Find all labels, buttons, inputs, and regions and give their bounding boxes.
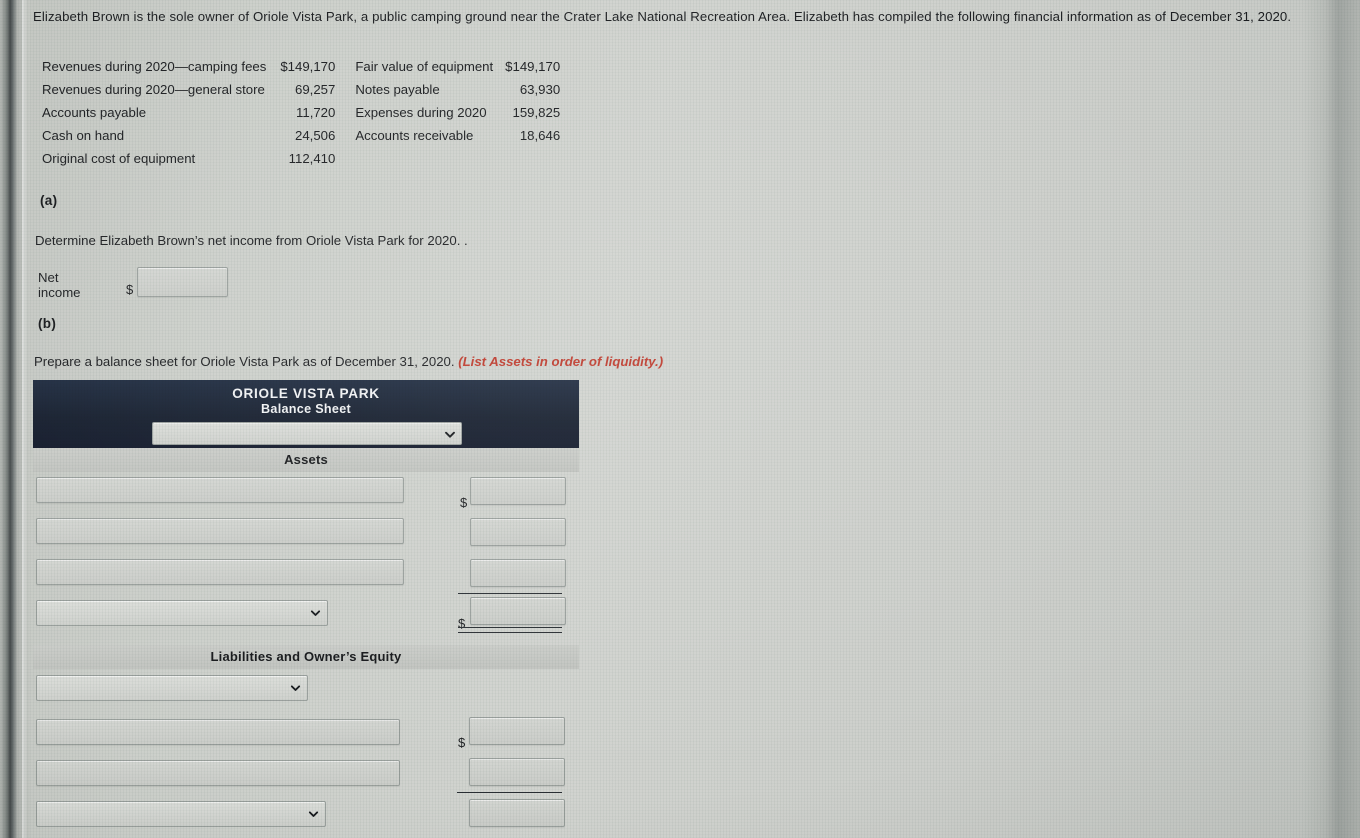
asset-amount-input-1[interactable]: [470, 477, 566, 505]
fact-amount: $149,170: [280, 59, 336, 74]
fact-label: Accounts receivable: [355, 128, 474, 143]
asset-label-input-2[interactable]: [36, 518, 404, 544]
asset-amount-input-2[interactable]: [470, 518, 566, 546]
subtotal-rule: [458, 593, 562, 594]
fact-label: Revenues during 2020—general store: [42, 82, 265, 97]
liabilities-band: Liabilities and Owner’s Equity: [33, 645, 579, 669]
liabilities-row-2: $: [33, 717, 579, 760]
table-row: Cash on hand 24,506 Accounts receivable …: [42, 126, 560, 149]
part-b-hint: (List Assets in order of liquidity.): [458, 354, 664, 369]
part-a-question: Determine Elizabeth Brown’s net income f…: [35, 233, 468, 248]
spacer: [355, 149, 505, 172]
spacer: [335, 149, 355, 172]
spacer: [335, 126, 355, 149]
assets-total-amount-input[interactable]: [470, 597, 566, 625]
spacer: [505, 149, 560, 172]
equity-select[interactable]: [36, 801, 326, 827]
part-a-label: (a): [40, 193, 58, 208]
spacer: [335, 80, 355, 103]
financial-facts-table: Revenues during 2020—camping fees $149,1…: [42, 57, 560, 172]
assets-total-select[interactable]: [36, 600, 328, 626]
table-row: Revenues during 2020—camping fees $149,1…: [42, 57, 560, 80]
part-b-question: Prepare a balance sheet for Oriole Vista…: [34, 354, 663, 369]
date-select-wrap[interactable]: [152, 422, 462, 445]
liabilities-header-select-wrap[interactable]: [36, 675, 308, 701]
fact-amount: 69,257: [295, 82, 336, 97]
liability-amount-input-1[interactable]: [469, 717, 565, 745]
dollar-sign: $: [460, 495, 468, 510]
liabilities-row-4: [33, 799, 579, 838]
fact-label: Original cost of equipment: [42, 151, 196, 166]
exercise-page: Elizabeth Brown is the sole owner of Ori…: [0, 0, 1360, 838]
assets-total-row: $: [33, 597, 579, 641]
fact-label: Cash on hand: [42, 128, 125, 143]
table-row: Revenues during 2020—general store 69,25…: [42, 80, 560, 103]
grand-total-rule: [458, 627, 562, 633]
net-income-label: Net income: [38, 270, 81, 300]
balance-sheet-form: ORIOLE VISTA PARK Balance Sheet Assets $: [33, 380, 579, 838]
liabilities-row-3: [33, 758, 579, 801]
spacer: [335, 103, 355, 126]
statement-name: Balance Sheet: [261, 402, 351, 416]
screen-bezel-highlight: [22, 0, 28, 838]
fact-amount: 159,825: [512, 105, 561, 120]
liabilities-header-select[interactable]: [36, 675, 308, 701]
fact-amount: 18,646: [519, 128, 561, 143]
facts-table: Revenues during 2020—camping fees $149,1…: [42, 57, 560, 172]
fact-amount: 63,930: [519, 82, 561, 97]
liability-label-input-1[interactable]: [36, 719, 400, 745]
liability-amount-input-3[interactable]: [469, 799, 565, 827]
asset-amount-input-3[interactable]: [470, 559, 566, 587]
fact-amount: $149,170: [505, 59, 561, 74]
fact-label: Revenues during 2020—camping fees: [42, 59, 267, 74]
liability-amount-input-2[interactable]: [469, 758, 565, 786]
balance-sheet-header: ORIOLE VISTA PARK Balance Sheet: [33, 380, 579, 448]
net-income-input[interactable]: [137, 267, 228, 297]
problem-intro: Elizabeth Brown is the sole owner of Ori…: [33, 9, 1292, 24]
fact-amount: 24,506: [295, 128, 336, 143]
liabilities-row-1: [33, 675, 579, 719]
liability-label-input-2[interactable]: [36, 760, 400, 786]
equity-select-wrap[interactable]: [36, 801, 326, 827]
asset-label-input-1[interactable]: [36, 477, 404, 503]
assets-row-2: [33, 518, 579, 559]
table-row: Original cost of equipment 112,410: [42, 149, 560, 172]
dollar-sign: $: [126, 282, 134, 297]
part-b-question-text: Prepare a balance sheet for Oriole Vista…: [34, 354, 455, 369]
photographed-screen: Elizabeth Brown is the sole owner of Ori…: [0, 0, 1360, 838]
assets-row-3: [33, 559, 579, 600]
asset-label-input-3[interactable]: [36, 559, 404, 585]
fact-label: Fair value of equipment: [355, 59, 494, 74]
fact-label: Expenses during 2020: [355, 105, 487, 120]
dollar-sign: $: [458, 735, 466, 750]
spacer: [335, 57, 355, 80]
fact-label: Notes payable: [355, 82, 440, 97]
balance-sheet-date-select[interactable]: [152, 422, 462, 445]
company-name: ORIOLE VISTA PARK: [232, 386, 380, 401]
liabilities-subtotal-rule: [457, 792, 562, 793]
fact-label: Accounts payable: [42, 105, 147, 120]
assets-row-1: $: [33, 477, 579, 518]
screen-bezel-right: [1302, 0, 1360, 838]
part-b-label: (b): [38, 316, 57, 331]
table-row: Accounts payable 11,720 Expenses during …: [42, 103, 560, 126]
assets-total-select-wrap[interactable]: [36, 600, 328, 626]
fact-amount: 11,720: [296, 105, 336, 120]
assets-band: Assets: [33, 448, 579, 472]
fact-amount: 112,410: [288, 151, 336, 166]
